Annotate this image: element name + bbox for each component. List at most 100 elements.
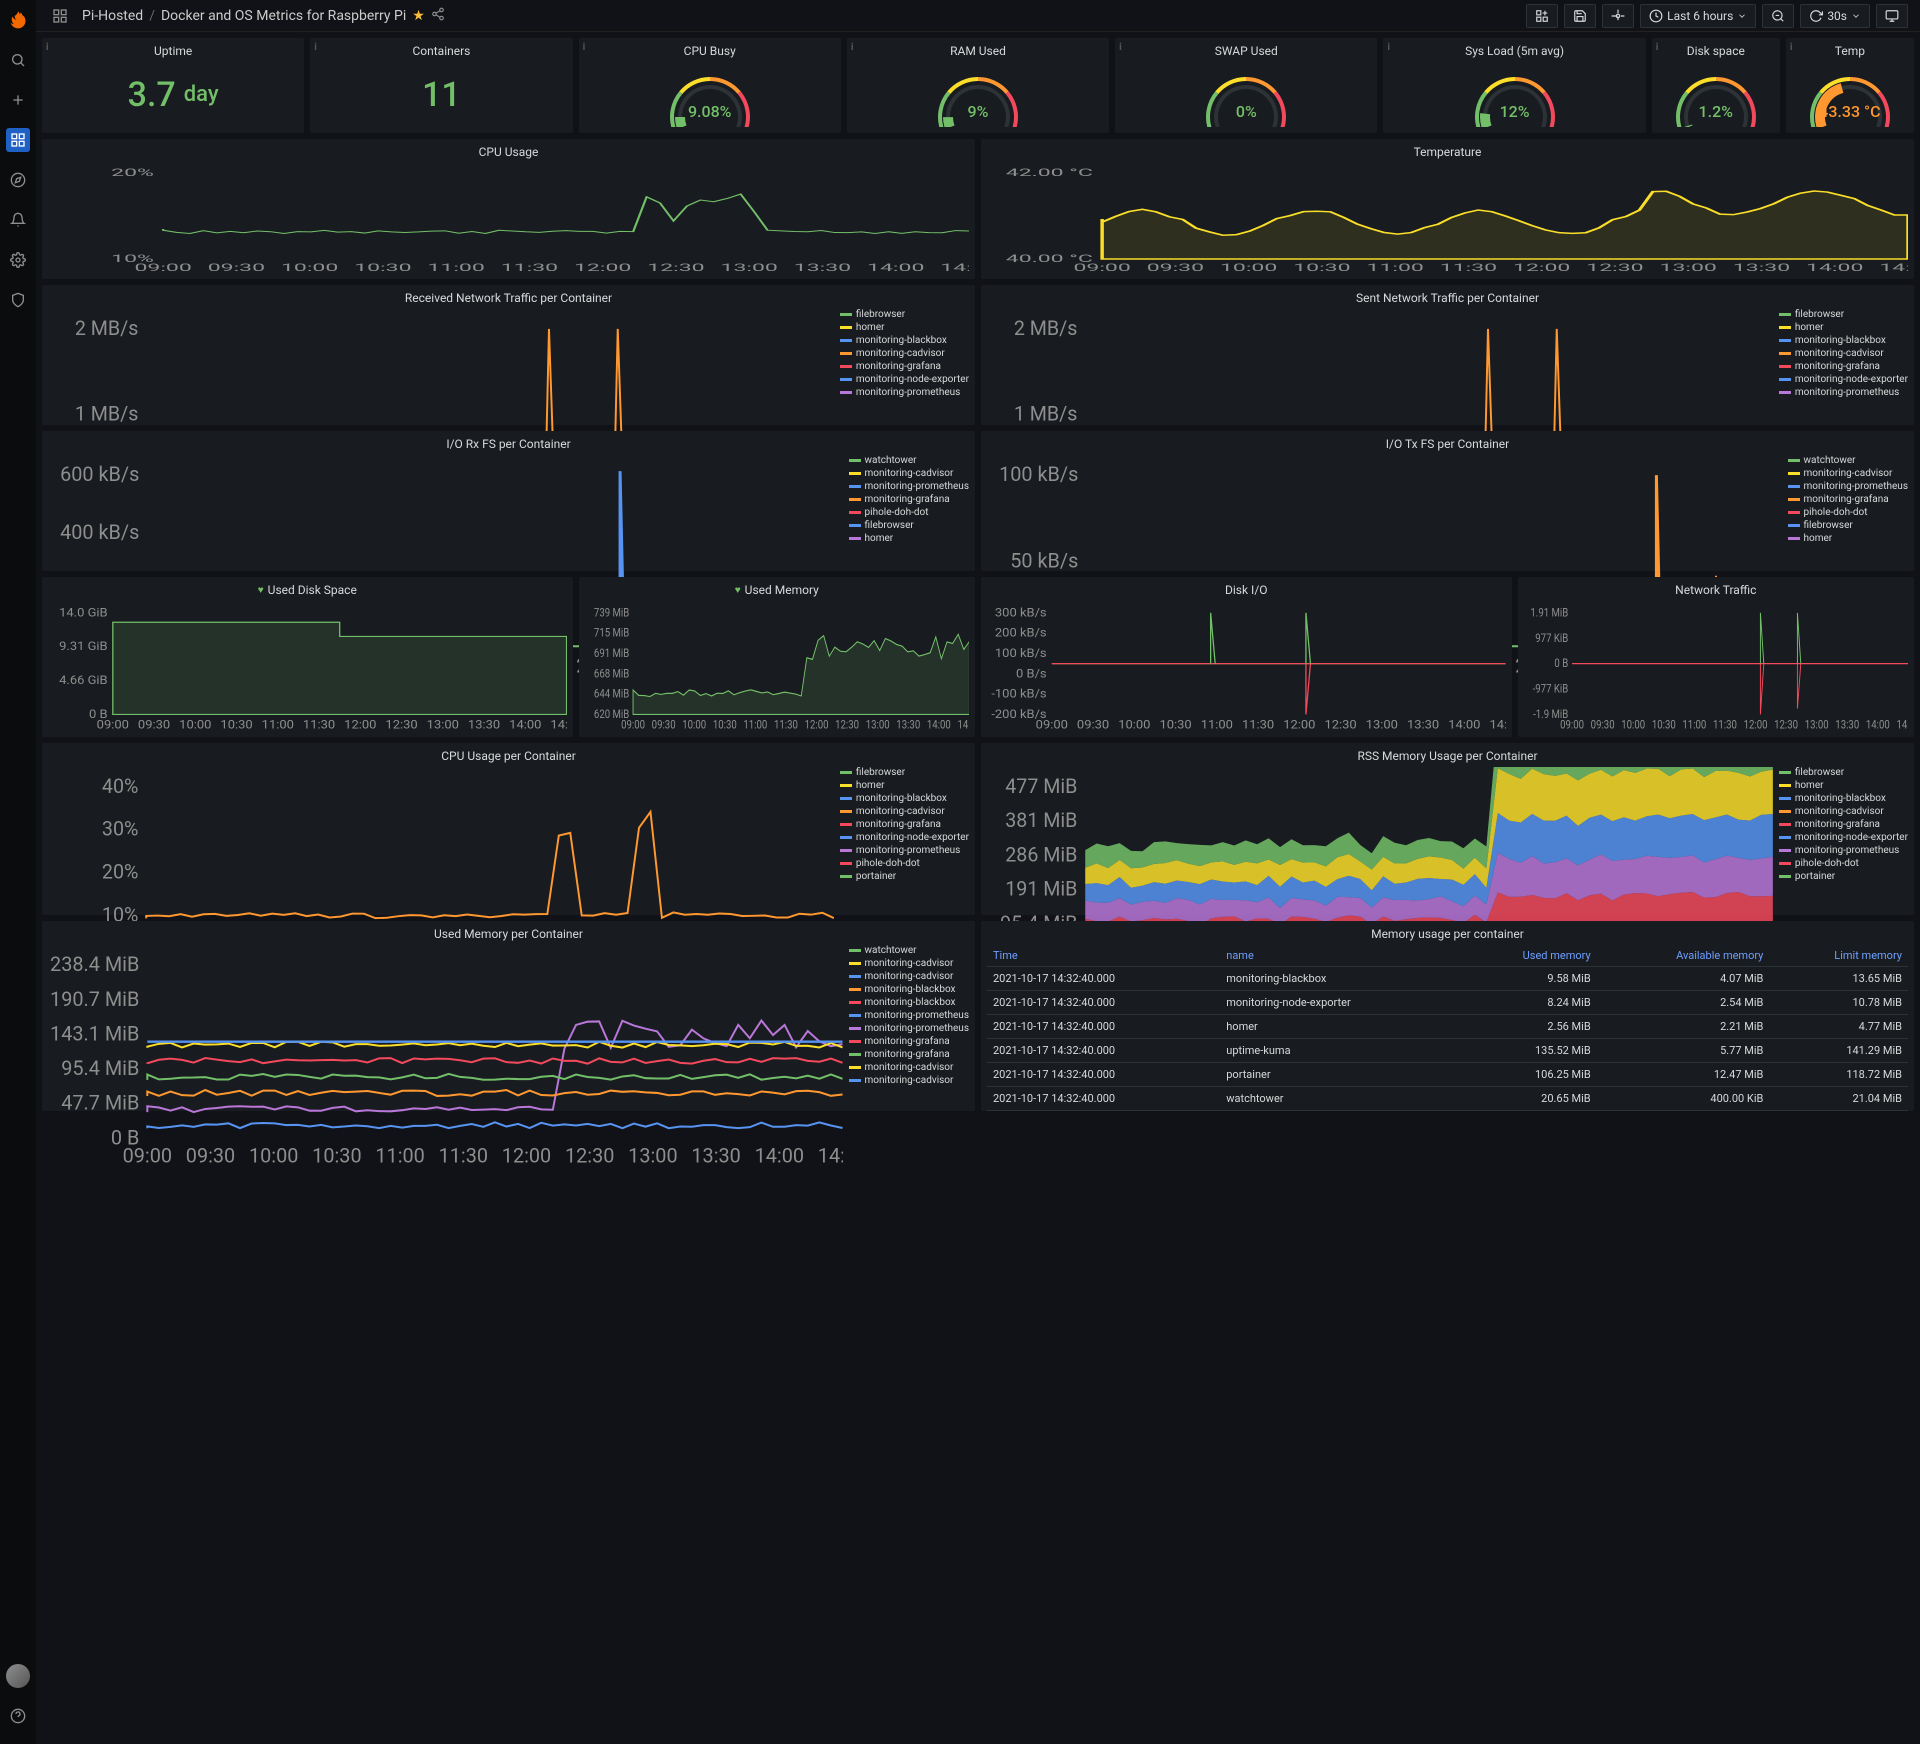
legend-item[interactable]: monitoring-blackbox — [840, 335, 969, 346]
table-header[interactable]: Limit memory — [1769, 945, 1908, 967]
legend-item[interactable]: monitoring-prometheus — [849, 481, 969, 492]
server-admin-icon[interactable] — [6, 288, 30, 312]
legend-item[interactable]: monitoring-node-exporter — [1779, 374, 1908, 385]
legend-item[interactable]: filebrowser — [1779, 309, 1908, 320]
legend-item[interactable]: monitoring-blackbox — [849, 997, 969, 1008]
legend-item[interactable]: pihole-doh-dot — [1788, 507, 1908, 518]
info-icon[interactable]: i — [314, 42, 317, 53]
grafana-logo-icon[interactable] — [6, 8, 30, 32]
legend-item[interactable]: monitoring-cadvisor — [1779, 348, 1908, 359]
star-icon[interactable]: ★ — [412, 8, 425, 24]
apps-icon[interactable] — [48, 4, 72, 28]
panel-used-disk[interactable]: ♥Used Disk Space0 B4.66 GiB9.31 GiB14.0 … — [42, 577, 573, 737]
legend-item[interactable]: filebrowser — [1788, 520, 1908, 531]
tv-mode-button[interactable] — [1876, 4, 1908, 28]
legend-item[interactable]: monitoring-blackbox — [1779, 335, 1908, 346]
legend-item[interactable]: monitoring-cadvisor — [1779, 806, 1908, 817]
legend-item[interactable]: monitoring-prometheus — [840, 845, 969, 856]
panel-used-mem-c[interactable]: Used Memory per Container0 B47.7 MiB95.4… — [42, 921, 975, 1111]
legend-item[interactable]: monitoring-grafana — [849, 1049, 969, 1060]
legend-item[interactable]: watchtower — [1788, 455, 1908, 466]
legend-item[interactable]: homer — [849, 533, 969, 544]
legend-item[interactable]: filebrowser — [840, 767, 969, 778]
panel-sys-load[interactable]: iSys Load (5m avg) 12% — [1383, 38, 1645, 133]
panel-disk-io[interactable]: Disk I/O-200 kB/s-100 kB/s0 B/s100 kB/s2… — [981, 577, 1512, 737]
legend-item[interactable]: pihole-doh-dot — [849, 507, 969, 518]
legend-item[interactable]: monitoring-cadvisor — [840, 806, 969, 817]
legend-item[interactable]: monitoring-cadvisor — [849, 971, 969, 982]
legend-item[interactable]: filebrowser — [840, 309, 969, 320]
panel-net-traffic[interactable]: Network Traffic-1.9 MiB-977 KiB0 B977 Ki… — [1518, 577, 1914, 737]
help-icon[interactable] — [6, 1704, 30, 1728]
zoom-out-button[interactable] — [1762, 4, 1794, 28]
legend-item[interactable]: portainer — [1779, 871, 1908, 882]
info-icon[interactable]: i — [851, 42, 854, 53]
panel-tx-net[interactable]: Sent Network Traffic per Container0 B/s1… — [981, 285, 1914, 425]
plus-icon[interactable] — [6, 88, 30, 112]
legend-item[interactable]: monitoring-blackbox — [1779, 793, 1908, 804]
legend-item[interactable]: monitoring-grafana — [1788, 494, 1908, 505]
legend-item[interactable]: portainer — [840, 871, 969, 882]
panel-cpu-usage[interactable]: CPU Usage10%20%09:0009:3010:0010:3011:00… — [42, 139, 975, 279]
breadcrumb[interactable]: Pi-Hosted / Docker and OS Metrics for Ra… — [82, 7, 445, 25]
info-icon[interactable]: i — [1790, 42, 1793, 53]
panel-ram-used[interactable]: iRAM Used 9% — [847, 38, 1109, 133]
table-row[interactable]: 2021-10-17 14:32:40.000portainer106.25 M… — [987, 1063, 1908, 1087]
legend-item[interactable]: monitoring-blackbox — [849, 984, 969, 995]
table-row[interactable]: 2021-10-17 14:32:40.000monitoring-blackb… — [987, 967, 1908, 991]
legend-item[interactable]: monitoring-node-exporter — [840, 832, 969, 843]
panel-temp[interactable]: iTemp 43.33 °C — [1786, 38, 1914, 133]
table-header[interactable]: name — [1220, 945, 1457, 967]
legend-item[interactable]: monitoring-grafana — [1779, 361, 1908, 372]
legend-item[interactable]: monitoring-grafana — [840, 819, 969, 830]
table-header[interactable]: Time — [987, 945, 1220, 967]
info-icon[interactable]: i — [1656, 42, 1659, 53]
legend-item[interactable]: monitoring-prometheus — [1788, 481, 1908, 492]
legend-item[interactable]: homer — [1779, 780, 1908, 791]
table-row[interactable]: 2021-10-17 14:32:40.000homer2.56 MiB2.21… — [987, 1015, 1908, 1039]
legend-item[interactable]: monitoring-cadvisor — [849, 958, 969, 969]
panel-disk-space[interactable]: iDisk space 1.2% — [1652, 38, 1780, 133]
legend-item[interactable]: monitoring-cadvisor — [849, 1075, 969, 1086]
legend-item[interactable]: monitoring-prometheus — [1779, 387, 1908, 398]
table-header[interactable]: Used memory — [1458, 945, 1597, 967]
legend-item[interactable]: monitoring-grafana — [849, 1036, 969, 1047]
legend-item[interactable]: monitoring-prometheus — [849, 1010, 969, 1021]
legend-item[interactable]: monitoring-prometheus — [849, 1023, 969, 1034]
legend-item[interactable]: monitoring-cadvisor — [849, 1062, 969, 1073]
legend-item[interactable]: watchtower — [849, 945, 969, 956]
table-header[interactable]: Available memory — [1597, 945, 1770, 967]
legend-item[interactable]: monitoring-cadvisor — [1788, 468, 1908, 479]
legend-item[interactable]: monitoring-prometheus — [1779, 845, 1908, 856]
legend-item[interactable]: monitoring-node-exporter — [840, 374, 969, 385]
settings-button[interactable] — [1602, 4, 1634, 28]
panel-mem-table[interactable]: Memory usage per containerTimenameUsed m… — [981, 921, 1914, 1111]
panel-rss-mem[interactable]: RSS Memory Usage per Container0 B95.4 Mi… — [981, 743, 1914, 915]
panel-io-rx[interactable]: I/O Rx FS per Container0 B/s200 kB/s400 … — [42, 431, 975, 571]
legend-item[interactable]: pihole-doh-dot — [840, 858, 969, 869]
panel-uptime[interactable]: iUptime3.7day — [42, 38, 304, 133]
panel-rx-net[interactable]: Received Network Traffic per Container0 … — [42, 285, 975, 425]
breadcrumb-dashboard[interactable]: Docker and OS Metrics for Raspberry Pi — [161, 8, 406, 24]
legend-item[interactable]: monitoring-grafana — [840, 361, 969, 372]
panel-temperature[interactable]: Temperature40.00 °C42.00 °C09:0009:3010:… — [981, 139, 1914, 279]
legend-item[interactable]: filebrowser — [849, 520, 969, 531]
panel-cpu-container[interactable]: CPU Usage per Container0%10%20%30%40%09:… — [42, 743, 975, 915]
add-panel-button[interactable] — [1526, 4, 1558, 28]
panel-swap-used[interactable]: iSWAP Used 0% — [1115, 38, 1377, 133]
info-icon[interactable]: i — [583, 42, 586, 53]
legend-item[interactable]: monitoring-cadvisor — [840, 348, 969, 359]
legend-item[interactable]: monitoring-node-exporter — [1779, 832, 1908, 843]
refresh-button[interactable]: 30s — [1800, 4, 1870, 28]
panel-containers[interactable]: iContainers11 — [310, 38, 572, 133]
breadcrumb-folder[interactable]: Pi-Hosted — [82, 8, 143, 24]
legend-item[interactable]: homer — [840, 322, 969, 333]
legend-item[interactable]: monitoring-grafana — [1779, 819, 1908, 830]
legend-item[interactable]: monitoring-blackbox — [840, 793, 969, 804]
legend-item[interactable]: monitoring-cadvisor — [849, 468, 969, 479]
legend-item[interactable]: homer — [1779, 322, 1908, 333]
info-icon[interactable]: i — [46, 42, 49, 53]
info-icon[interactable]: i — [1387, 42, 1390, 53]
legend-item[interactable]: monitoring-prometheus — [840, 387, 969, 398]
panel-cpu-busy[interactable]: iCPU Busy 9.08% — [579, 38, 841, 133]
